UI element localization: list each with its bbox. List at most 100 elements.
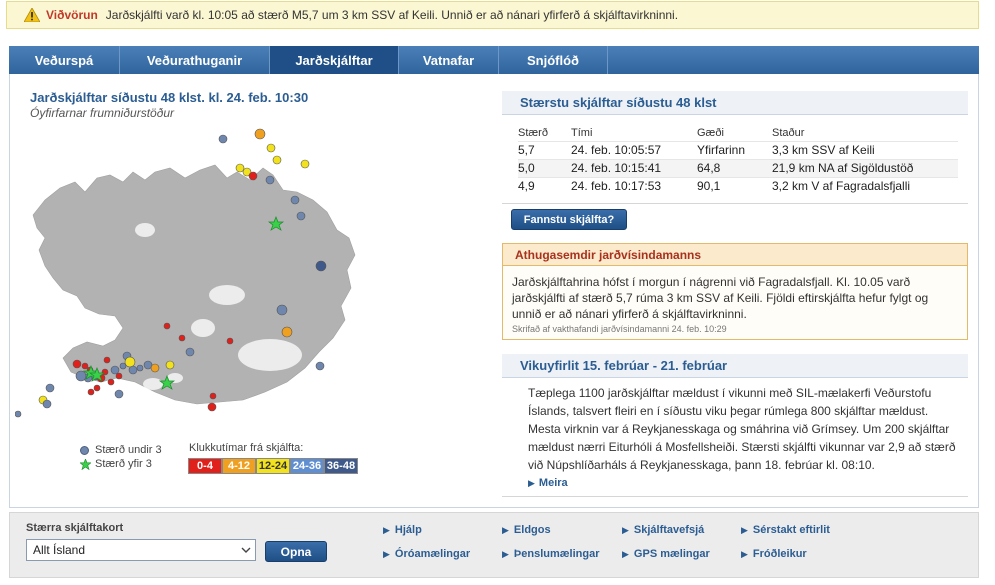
cell-magnitude: 5,0 — [518, 158, 571, 177]
weekly-text: Tæplega 1100 jarðskjálftar mældust í vik… — [528, 386, 956, 472]
glacier — [209, 285, 245, 305]
tab-snjoflod[interactable]: Snjóflóð — [499, 46, 608, 74]
weekly-panel: Vikuyfirlit 15. febrúar - 21. febrúar — [502, 354, 968, 378]
quake-dot — [87, 388, 95, 396]
col-location: Staður — [772, 126, 805, 139]
link-label: GPS mælingar — [633, 548, 710, 560]
quake-dot — [107, 378, 115, 386]
quake-dot — [114, 389, 124, 399]
table-row[interactable]: 5,0 24. feb. 10:15:41 64,8 21,9 km NA af… — [518, 158, 958, 177]
quake-dot — [296, 211, 306, 221]
quake-dot — [315, 260, 327, 272]
quake-dot — [136, 364, 144, 372]
map-legend: Stærð undir 3 Stærð yfir 3 Klukkutímar f… — [80, 442, 370, 482]
legend-bin: 24-36 — [290, 458, 324, 474]
legend-small: Stærð undir 3 — [80, 444, 162, 456]
triangle-right-icon: ▶ — [622, 524, 629, 535]
open-button[interactable]: Opna — [265, 541, 327, 562]
quake-dot — [276, 304, 288, 316]
triangle-right-icon: ▶ — [741, 524, 748, 535]
chevron-down-icon — [241, 547, 251, 553]
region-select[interactable]: Allt Ísland — [26, 539, 256, 561]
quake-dot — [93, 384, 101, 392]
link-tremor[interactable]: ▶ Óróamælingar — [383, 548, 470, 560]
legend-clock-label: Klukkutímar frá skjálfta: — [189, 442, 304, 454]
divider — [502, 203, 968, 204]
largest-title: Stærstu skjálftar síðustu 48 klst — [502, 91, 968, 115]
link-gps[interactable]: ▶ GPS mælingar — [622, 548, 710, 560]
legend-bin: 36-48 — [324, 458, 358, 474]
link-label: Eldgos — [513, 524, 551, 536]
tab-vatnafar[interactable]: Vatnafar — [399, 46, 499, 74]
col-quality: Gæði — [697, 126, 724, 139]
quake-dot — [165, 360, 175, 370]
quake-dot — [235, 163, 245, 173]
cell-location: 21,9 km NA af Sigöldustöð — [772, 158, 958, 177]
cell-time: 24. feb. 10:17:53 — [571, 176, 697, 195]
cell-magnitude: 5,7 — [518, 140, 571, 159]
triangle-right-icon: ▶ — [383, 524, 390, 535]
weekly-title: Vikuyfirlit 15. febrúar - 21. febrúar — [502, 354, 968, 378]
col-time: Tími — [571, 126, 593, 139]
iceland-landmass — [32, 164, 356, 405]
quake-dot — [45, 383, 55, 393]
quake-dot — [226, 337, 234, 345]
quake-dot — [150, 363, 160, 373]
link-quake-webmap[interactable]: ▶ Skjálftavefsjá — [622, 524, 704, 536]
legend-bin: 0-4 — [188, 458, 222, 474]
quake-dot — [115, 372, 123, 380]
quake-dot — [290, 195, 300, 205]
note-signature: Skrifað af vakthafandi jarðvísindamanni … — [512, 324, 727, 334]
quake-dot — [81, 362, 89, 370]
cell-location: 3,3 km SSV af Keili — [772, 140, 958, 159]
tab-jardskjalftar[interactable]: Jarðskjálftar — [270, 46, 399, 74]
triangle-right-icon: ▶ — [528, 478, 535, 488]
legend-bin: 4-12 — [222, 458, 256, 474]
earthquake-map[interactable] — [15, 120, 360, 440]
cell-quality: Yfirfarinn — [697, 140, 772, 159]
quake-dot — [207, 402, 217, 412]
link-knowledge[interactable]: ▶ Fróðleikur — [741, 548, 807, 560]
legend-large: Stærð yfir 3 — [80, 458, 152, 470]
link-help[interactable]: ▶ Hjálp — [383, 524, 422, 536]
region-select-value: Allt Ísland — [33, 543, 86, 557]
link-label: Skjálftavefsjá — [633, 524, 705, 536]
quake-dot — [218, 134, 228, 144]
quake-dot — [281, 326, 293, 338]
col-magnitude: Stærð — [518, 126, 548, 139]
link-special-monitoring[interactable]: ▶ Sérstakt eftirlit — [741, 524, 830, 536]
cell-quality: 90,1 — [697, 176, 772, 195]
quake-dot — [75, 370, 87, 382]
largest-panel: Stærstu skjálftar síðustu 48 klst — [502, 91, 968, 115]
link-label: Þenslumælingar — [513, 548, 600, 560]
link-strain[interactable]: ▶ Þenslumælingar — [502, 548, 600, 560]
legend-small-label: Stærð undir 3 — [95, 444, 162, 456]
glacier — [191, 319, 215, 337]
table-row[interactable]: 4,9 24. feb. 10:17:53 90,1 3,2 km V af F… — [518, 176, 958, 195]
warning-icon — [24, 8, 40, 22]
tab-vedurspa[interactable]: Veðurspá — [9, 46, 120, 74]
alert-bar: Viðvörun Jarðskjálfti varð kl. 10:05 að … — [6, 1, 979, 29]
triangle-right-icon: ▶ — [502, 548, 509, 559]
quake-dot — [110, 365, 120, 375]
link-label: Sérstakt eftirlit — [752, 524, 830, 536]
seismologist-note: Athugasemdir jarðvísindamanns Jarðskjálf… — [502, 243, 968, 340]
quake-dot — [119, 362, 127, 370]
link-eruptions[interactable]: ▶ Eldgos — [502, 524, 551, 536]
star-icon — [80, 458, 91, 470]
quake-dot — [128, 365, 138, 375]
more-link[interactable]: ▶ Meira — [528, 477, 568, 489]
link-label: Óróamælingar — [394, 548, 471, 560]
quake-dot — [209, 392, 217, 400]
tab-vedurathuganir[interactable]: Veðurathuganir — [120, 46, 270, 74]
quake-dot — [265, 175, 275, 185]
table-row[interactable]: 5,7 24. feb. 10:05:57 Yfirfarinn 3,3 km … — [518, 140, 958, 159]
cell-location: 3,2 km V af Fagradalsfjalli — [772, 176, 958, 195]
triangle-right-icon: ▶ — [741, 548, 748, 559]
quake-dot — [15, 410, 22, 418]
felt-earthquake-button[interactable]: Fannstu skjálfta? — [511, 209, 627, 230]
quake-dot — [178, 334, 186, 342]
main-tabs: Veðurspá Veðurathuganir Jarðskjálftar Va… — [9, 46, 979, 74]
triangle-right-icon: ▶ — [383, 548, 390, 559]
circle-icon — [80, 445, 89, 455]
